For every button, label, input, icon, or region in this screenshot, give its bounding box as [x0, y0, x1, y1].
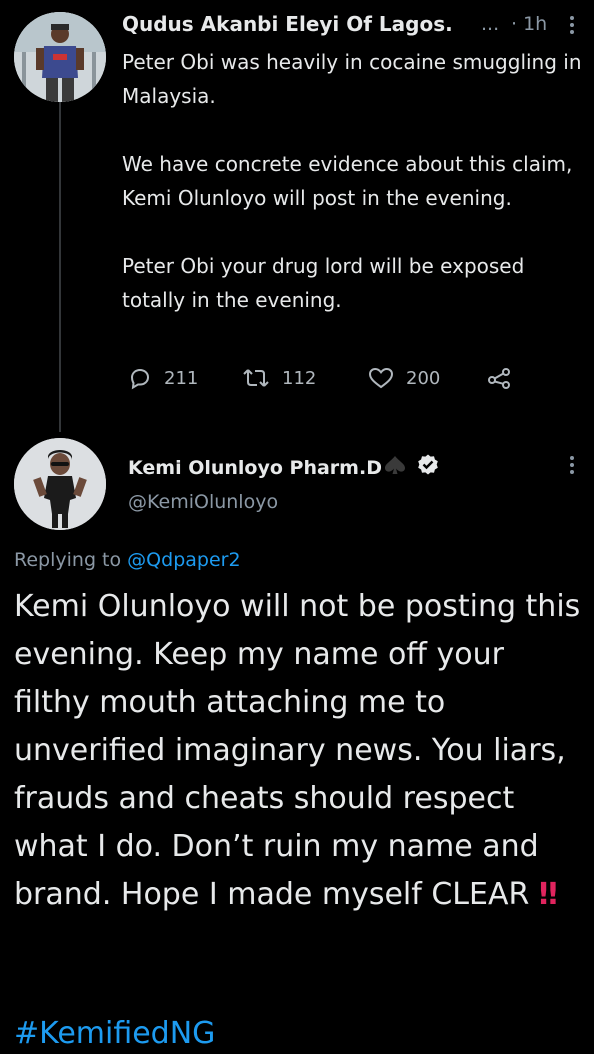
avatar[interactable]	[14, 12, 106, 102]
replying-to-label: Replying to	[14, 549, 122, 571]
verified-badge-icon	[416, 453, 440, 482]
like-count: 200	[406, 367, 441, 389]
name-truncation: ...	[481, 13, 500, 35]
like-button[interactable]: 200	[368, 366, 440, 390]
share-button[interactable]	[486, 366, 514, 390]
double-exclamation-emoji: ‼	[538, 877, 558, 912]
reply-count: 211	[164, 367, 199, 389]
thread-line	[59, 100, 61, 432]
tweet-paragraph: Peter Obi was heavily in cocaine smuggli…	[122, 50, 582, 108]
author-name-row: Kemi Olunloyo Pharm.D	[128, 453, 440, 482]
reply-button[interactable]: 211	[128, 366, 198, 390]
tweet-actions: 211 112 200	[128, 366, 528, 400]
author-handle[interactable]: @KemiOlunloyo	[128, 491, 278, 513]
tweet-body: Kemi Olunloyo will not be posting this e…	[14, 589, 581, 912]
replying-to-mention[interactable]: @Qdpaper2	[127, 549, 240, 571]
tweet-paragraph: Peter Obi your drug lord will be exposed…	[122, 254, 525, 312]
spade-icon	[384, 455, 406, 480]
retweet-icon	[242, 366, 270, 390]
retweet-button[interactable]: 112	[242, 366, 316, 390]
replying-to: Replying to @Qdpaper2	[14, 549, 241, 571]
author-name[interactable]: Qudus Akanbi Eleyi Of Lagos.	[122, 12, 453, 36]
timestamp[interactable]: · 1h	[511, 13, 547, 35]
retweet-count: 112	[282, 367, 317, 389]
more-vertical-icon[interactable]	[569, 456, 575, 477]
share-icon	[486, 366, 514, 390]
heart-icon	[368, 366, 394, 390]
tweet-text: Peter Obi was heavily in cocaine smuggli…	[122, 45, 584, 317]
author-name[interactable]: Kemi Olunloyo Pharm.D	[128, 457, 382, 479]
reply-icon	[128, 366, 152, 390]
tweet-paragraph: We have concrete evidence about this cla…	[122, 152, 573, 210]
tweet-text: Kemi Olunloyo will not be posting this e…	[14, 583, 589, 919]
avatar[interactable]	[14, 438, 106, 530]
hashtag-link[interactable]: #KemifiedNG	[14, 1016, 215, 1051]
more-vertical-icon[interactable]	[569, 16, 575, 37]
